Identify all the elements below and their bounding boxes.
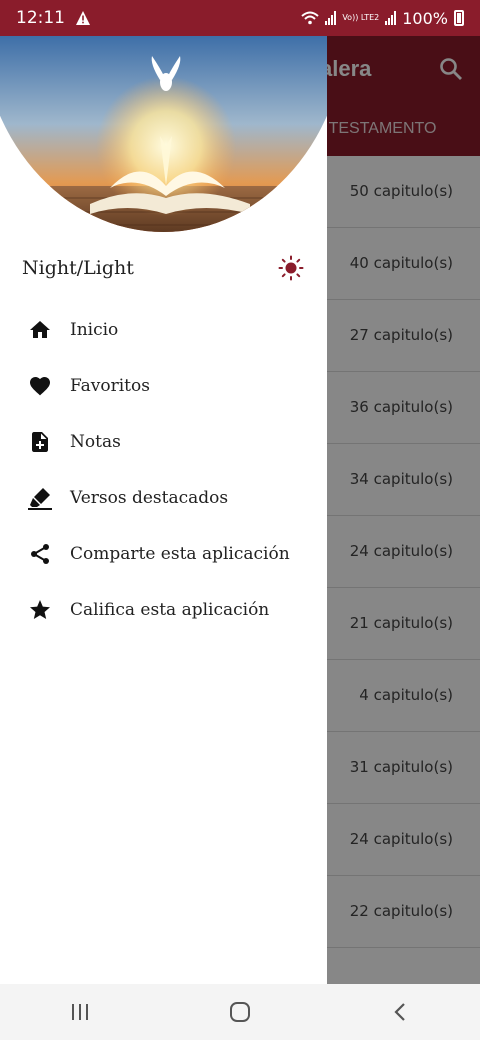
menu-label: Favoritos: [70, 376, 150, 396]
wifi-icon: [301, 11, 319, 25]
menu-label: Versos destacados: [70, 488, 229, 508]
signal-icon: [325, 11, 337, 25]
menu-label: Comparte esta aplicación: [70, 544, 290, 564]
recent-apps-icon: [72, 1004, 88, 1020]
menu-item-califica[interactable]: Califica esta aplicación: [0, 582, 327, 638]
highlighter-icon: [27, 485, 53, 511]
lte-indicator: Vo)) LTE2: [342, 13, 380, 22]
home-circle-icon: [230, 1002, 250, 1022]
sun-icon[interactable]: [278, 255, 304, 281]
menu-label: Califica esta aplicación: [70, 600, 270, 620]
back-icon: [394, 1003, 405, 1021]
heart-icon: [27, 373, 53, 399]
menu-item-inicio[interactable]: Inicio: [0, 302, 327, 358]
status-bar: 12:11 Vo)) LTE2 100%: [0, 0, 480, 36]
night-light-toggle-row: Night/Light: [22, 254, 304, 282]
menu-item-versos-destacados[interactable]: Versos destacados: [0, 470, 327, 526]
share-icon: [27, 541, 53, 567]
battery-icon: [454, 10, 464, 26]
home-icon: [27, 317, 53, 343]
signal-icon-2: [385, 11, 397, 25]
recent-apps-button[interactable]: [50, 992, 110, 1032]
menu-item-notas[interactable]: Notas: [0, 414, 327, 470]
battery-percent: 100%: [402, 8, 448, 28]
menu-label: Notas: [70, 432, 121, 452]
menu-item-comparte[interactable]: Comparte esta aplicación: [0, 526, 327, 582]
system-nav-bar: [0, 984, 480, 1040]
night-light-label: Night/Light: [22, 257, 134, 279]
home-button[interactable]: [210, 992, 270, 1032]
note-add-icon: [27, 429, 53, 455]
status-time: 12:11: [16, 8, 65, 28]
menu-label: Inicio: [70, 320, 119, 340]
star-icon: [27, 597, 53, 623]
status-icons: Vo)) LTE2 100%: [301, 9, 464, 28]
warning-icon: [76, 11, 90, 25]
back-button[interactable]: [370, 992, 430, 1032]
drawer-header-image: [0, 36, 327, 232]
drawer-menu: Inicio Favoritos Notas Versos destacados…: [0, 302, 327, 638]
menu-item-favoritos[interactable]: Favoritos: [0, 358, 327, 414]
navigation-drawer: Night/Light Inicio Favoritos Notas Verso…: [0, 36, 327, 984]
